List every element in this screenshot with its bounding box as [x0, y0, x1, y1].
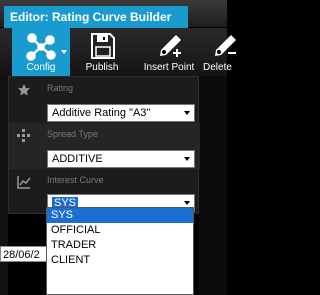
- star-icon: [18, 84, 30, 96]
- config-nodes-icon: [26, 33, 56, 61]
- publish-label: Publish: [85, 62, 119, 73]
- interest-curve-options-list: SYS OFFICIAL TRADER CLIENT: [46, 207, 194, 295]
- rating-value: Additive Rating "A3": [52, 107, 151, 119]
- spread-type-section: Spread Type ADDITIVE: [9, 123, 200, 169]
- floppy-disk-icon: [91, 33, 115, 59]
- spread-type-select[interactable]: ADDITIVE: [47, 150, 195, 168]
- background-grid-right: [199, 76, 227, 295]
- chevron-down-icon: [184, 111, 190, 115]
- config-dropdown-panel: Rating Additive Rating "A3" Spread Type …: [8, 76, 200, 214]
- publish-button[interactable]: Publish: [80, 28, 124, 76]
- delete-label: Delete: [203, 62, 232, 73]
- spread-type-label: Spread Type: [47, 129, 98, 139]
- spread-type-value: ADDITIVE: [52, 153, 103, 165]
- pen-add-icon: [160, 35, 181, 57]
- config-button[interactable]: Config: [12, 28, 70, 76]
- option-trader[interactable]: TRADER: [47, 238, 193, 253]
- insert-point-label: Insert Point: [143, 62, 195, 73]
- option-official[interactable]: OFFICIAL: [47, 223, 193, 238]
- option-client[interactable]: CLIENT: [47, 253, 193, 268]
- window-title-tab: Editor: Rating Curve Builder: [4, 6, 188, 28]
- pen-remove-icon: [215, 35, 236, 56]
- rating-label: Rating: [47, 83, 74, 93]
- toolbar: Config Publish Insert Point Delete: [0, 28, 236, 76]
- plus-cross-icon: [17, 129, 30, 142]
- title-bar: Editor: Rating Curve Builder: [0, 0, 227, 28]
- interest-curve-label: Interest Curve: [47, 175, 104, 185]
- line-chart-icon: [17, 176, 31, 189]
- insert-point-button[interactable]: Insert Point: [140, 28, 198, 76]
- config-label: Config: [26, 62, 56, 73]
- background-date-cell: 28/06/2: [0, 246, 48, 262]
- delete-button[interactable]: Delete: [201, 28, 241, 76]
- option-sys[interactable]: SYS: [47, 208, 193, 223]
- chevron-down-icon: [184, 201, 190, 205]
- rating-select[interactable]: Additive Rating "A3": [47, 104, 195, 122]
- chevron-down-icon: [184, 157, 190, 161]
- chevron-down-icon: [61, 50, 67, 54]
- rating-section: Rating Additive Rating "A3": [9, 77, 200, 123]
